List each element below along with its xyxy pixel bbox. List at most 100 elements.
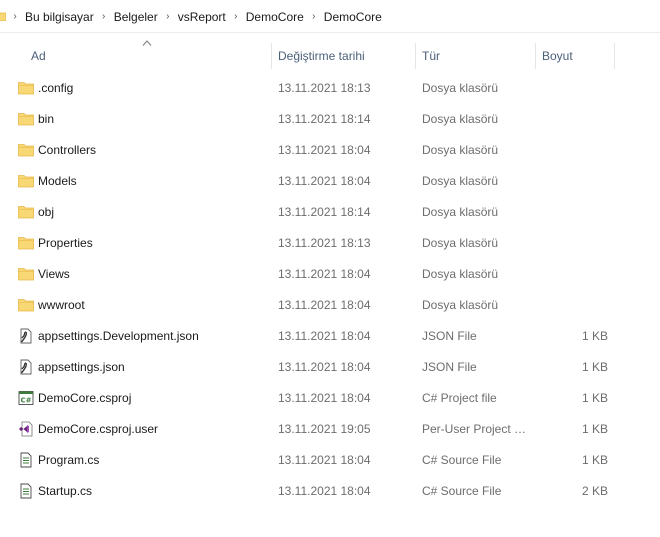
json-file-icon <box>18 359 34 375</box>
file-row[interactable]: Controllers 13.11.2021 18:04 Dosya klasörü <box>0 135 660 166</box>
file-size <box>540 290 608 321</box>
folder-icon <box>18 80 34 96</box>
file-type: JSON File <box>422 360 477 374</box>
file-row[interactable]: Properties 13.11.2021 18:13 Dosya klasörü <box>0 228 660 259</box>
folder-icon <box>0 12 6 21</box>
column-header-type[interactable]: Tür <box>422 43 532 69</box>
folder-icon <box>18 173 34 189</box>
file-list: .config 13.11.2021 18:13 Dosya klasörü bin 1… <box>0 73 660 507</box>
file-size: 2 KB <box>581 484 608 498</box>
address-bar[interactable]: › Bu bilgisayar › Belgeler › vsReport › DemoCor… <box>0 0 660 33</box>
column-divider[interactable] <box>535 43 536 69</box>
column-header-name[interactable]: Ad <box>31 43 269 69</box>
breadcrumb: › Bu bilgisayar › Belgeler › vsReport › DemoCor… <box>8 0 385 33</box>
file-date: 13.11.2021 18:13 <box>278 81 371 95</box>
file-date: 13.11.2021 18:04 <box>278 298 371 312</box>
json-file-icon <box>18 328 34 344</box>
file-row[interactable]: C# DemoCore.csproj 13.11.2021 18:04 C# Proj… <box>0 383 660 414</box>
folder-icon <box>18 142 34 158</box>
file-type: Dosya klasörü <box>422 174 499 188</box>
file-name: Views <box>38 267 70 281</box>
svg-text:C#: C# <box>20 397 31 405</box>
file-size <box>540 259 608 290</box>
cs-source-file-icon <box>18 452 34 468</box>
folder-icon <box>18 111 34 127</box>
chevron-right-icon[interactable]: › <box>8 11 22 22</box>
file-date: 13.11.2021 18:13 <box>278 236 371 250</box>
folder-icon <box>18 204 34 220</box>
breadcrumb-item[interactable]: Belgeler <box>111 10 161 24</box>
file-type: C# Source File <box>422 484 502 498</box>
file-row[interactable]: appsettings.Development.json 13.11.2021 1… <box>0 321 660 352</box>
file-row[interactable]: Startup.cs 13.11.2021 18:04 C# Source File… <box>0 476 660 507</box>
column-divider[interactable] <box>271 43 272 69</box>
column-header-size[interactable]: Boyut <box>542 43 612 69</box>
breadcrumb-item[interactable]: DemoCore <box>243 10 307 24</box>
file-name: DemoCore.csproj.user <box>38 422 159 436</box>
file-size: 1 KB <box>581 422 608 436</box>
breadcrumb-item[interactable]: Bu bilgisayar <box>22 10 97 24</box>
file-name: obj <box>38 205 55 219</box>
chevron-right-icon[interactable]: › <box>161 11 175 22</box>
file-name: wwwroot <box>38 298 85 312</box>
file-date: 13.11.2021 18:14 <box>278 112 371 126</box>
file-type: Dosya klasörü <box>422 267 499 281</box>
file-date: 13.11.2021 18:14 <box>278 205 371 219</box>
file-type: Dosya klasörü <box>422 112 499 126</box>
file-name: Startup.cs <box>38 484 93 498</box>
file-type: Dosya klasörü <box>422 81 499 95</box>
breadcrumb-item[interactable]: vsReport <box>175 10 229 24</box>
file-size <box>540 197 608 228</box>
file-name: appsettings.Development.json <box>38 329 199 343</box>
file-row[interactable]: Views 13.11.2021 18:04 Dosya klasörü <box>0 259 660 290</box>
file-size <box>540 228 608 259</box>
file-date: 13.11.2021 18:04 <box>278 174 371 188</box>
csproj-file-icon: C# <box>18 390 34 406</box>
file-size: 1 KB <box>581 329 608 343</box>
file-date: 13.11.2021 18:04 <box>278 391 371 405</box>
chevron-right-icon[interactable]: › <box>97 11 111 22</box>
file-type: Dosya klasörü <box>422 298 499 312</box>
file-size <box>540 104 608 135</box>
folder-icon <box>18 297 34 313</box>
file-row[interactable]: bin 13.11.2021 18:14 Dosya klasörü <box>0 104 660 135</box>
file-row[interactable]: Program.cs 13.11.2021 18:04 C# Source File… <box>0 445 660 476</box>
chevron-right-icon[interactable]: › <box>229 11 243 22</box>
file-name: appsettings.json <box>38 360 125 374</box>
file-row[interactable]: obj 13.11.2021 18:14 Dosya klasörü <box>0 197 660 228</box>
folder-icon <box>18 235 34 251</box>
file-name: Controllers <box>38 143 97 157</box>
file-row[interactable]: wwwroot 13.11.2021 18:04 Dosya klasörü <box>0 290 660 321</box>
file-name: .config <box>38 81 74 95</box>
file-date: 13.11.2021 18:04 <box>278 360 371 374</box>
file-type: Dosya klasörü <box>422 143 499 157</box>
file-date: 13.11.2021 18:04 <box>278 484 371 498</box>
file-type: Dosya klasörü <box>422 205 499 219</box>
file-row[interactable]: appsettings.json 13.11.2021 18:04 JSON Fil… <box>0 352 660 383</box>
file-size <box>540 166 608 197</box>
file-size: 1 KB <box>581 360 608 374</box>
file-type: Per-User Project O... <box>422 422 532 436</box>
file-date: 13.11.2021 19:05 <box>278 422 371 436</box>
file-date: 13.11.2021 18:04 <box>278 267 371 281</box>
file-type: JSON File <box>422 329 477 343</box>
column-header-date[interactable]: Değiştirme tarihi <box>278 43 414 69</box>
chevron-right-icon[interactable]: › <box>307 11 321 22</box>
file-name: bin <box>38 112 55 126</box>
file-type: C# Project file <box>422 391 497 405</box>
breadcrumb-item[interactable]: DemoCore <box>321 10 385 24</box>
file-row[interactable]: .config 13.11.2021 18:13 Dosya klasörü <box>0 73 660 104</box>
file-row[interactable]: Models 13.11.2021 18:04 Dosya klasörü <box>0 166 660 197</box>
file-row[interactable]: DemoCore.csproj.user 13.11.2021 19:05 Per-… <box>0 414 660 445</box>
column-divider[interactable] <box>415 43 416 69</box>
column-header: Ad Değiştirme tarihi Tür Boyut <box>0 33 660 73</box>
file-name: Program.cs <box>38 453 100 467</box>
file-date: 13.11.2021 18:04 <box>278 453 371 467</box>
column-divider[interactable] <box>614 43 615 69</box>
file-size: 1 KB <box>581 453 608 467</box>
file-name: Properties <box>38 236 93 250</box>
visual-studio-file-icon <box>18 421 34 437</box>
folder-icon <box>18 266 34 282</box>
file-size: 1 KB <box>581 391 608 405</box>
file-size <box>540 73 608 104</box>
